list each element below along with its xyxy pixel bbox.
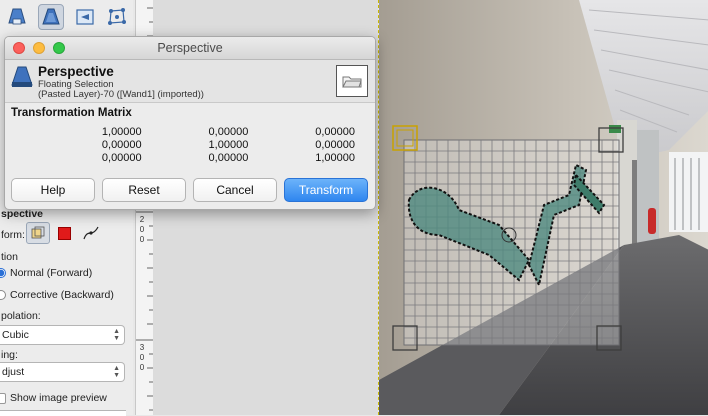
matrix-cell: 0,00000	[315, 125, 355, 138]
matrix-cell: 1,00000	[101, 125, 142, 138]
tool-flip[interactable]	[72, 4, 98, 30]
perspective-icon	[11, 66, 33, 87]
matrix-cell: 1,00000	[315, 151, 355, 164]
matrix-cell: 1,00000	[208, 138, 249, 151]
show-preview-label: Show image preview	[10, 392, 107, 404]
normal-forward-label: Normal (Forward)	[10, 267, 93, 279]
dialog-titlebar[interactable]: Perspective	[5, 37, 375, 60]
image-canvas[interactable]	[378, 0, 708, 415]
normal-forward-radio[interactable]	[0, 268, 6, 278]
select-arrows-icon: ▲ ▼	[113, 328, 120, 342]
clipping-value: djust	[2, 366, 25, 378]
transform-selection-icon[interactable]	[58, 227, 71, 240]
layer-icon	[31, 226, 45, 239]
folder-icon	[342, 76, 362, 88]
dialog-title: Perspective	[157, 41, 223, 55]
ruler-label: 2	[139, 215, 145, 224]
matrix-cell: 0,00000	[101, 151, 142, 164]
dialog-header-layer: (Pasted Layer)-70 ([Wand1] (imported))	[38, 89, 204, 100]
ruler-label: 0	[139, 353, 145, 362]
perspective-icon	[8, 8, 26, 25]
transform-label: form:	[1, 229, 25, 241]
matrix-cell: 0,00000	[208, 151, 249, 164]
flip-icon	[76, 9, 94, 25]
direction-label: tion	[1, 251, 18, 263]
matrix-row: 0,00000 0,00000 1,00000	[35, 151, 355, 164]
interpolation-label: polation:	[1, 310, 41, 322]
transform-button[interactable]: Transform	[284, 178, 368, 202]
interpolation-select[interactable]: Cubic ▲ ▼	[0, 325, 125, 345]
dialog-header: Perspective Floating Selection (Pasted L…	[5, 60, 375, 103]
tool-perspective-active[interactable]	[38, 4, 64, 30]
matrix-title: Transformation Matrix	[11, 107, 132, 119]
corrective-backward-label: Corrective (Backward)	[10, 289, 114, 301]
perspective-dialog: Perspective Perspective Floating Selecti…	[4, 36, 376, 210]
opacity-slider[interactable]	[0, 410, 126, 416]
interpolation-value: Cubic	[2, 329, 29, 341]
clipping-label: ing:	[1, 349, 18, 361]
cancel-button[interactable]: Cancel	[193, 178, 277, 202]
tool-perspective[interactable]	[4, 4, 30, 30]
clipping-select[interactable]: djust ▲ ▼	[0, 362, 125, 382]
matrix-cell: 0,00000	[315, 138, 355, 151]
tool-cage-transform[interactable]	[104, 4, 130, 30]
matrix-row: 0,00000 1,00000 0,00000	[35, 138, 355, 151]
reset-button[interactable]: Reset	[102, 178, 186, 202]
transformation-matrix: 1,00000 0,00000 0,00000 0,00000 1,00000 …	[35, 125, 355, 164]
corrective-backward-radio[interactable]	[0, 290, 6, 300]
select-arrows-icon: ▲ ▼	[113, 365, 120, 379]
cage-transform-icon	[108, 8, 126, 25]
transform-path-icon[interactable]	[82, 224, 100, 242]
ruler-label: 3	[139, 343, 145, 352]
transform-layer-button[interactable]	[26, 222, 50, 244]
dialog-header-title: Perspective	[38, 64, 114, 79]
help-button[interactable]: Help	[11, 178, 95, 202]
matrix-cell: 0,00000	[208, 125, 249, 138]
corridor-photo	[379, 0, 708, 415]
ruler-label: 0	[139, 363, 145, 372]
matrix-cell: 0,00000	[101, 138, 142, 151]
layer-thumbnail	[336, 65, 368, 97]
perspective-tool-icon	[42, 8, 60, 25]
show-preview-checkbox[interactable]	[0, 393, 6, 404]
matrix-row: 1,00000 0,00000 0,00000	[35, 125, 355, 138]
ruler-label: 0	[139, 235, 145, 244]
ruler-label: 0	[139, 225, 145, 234]
